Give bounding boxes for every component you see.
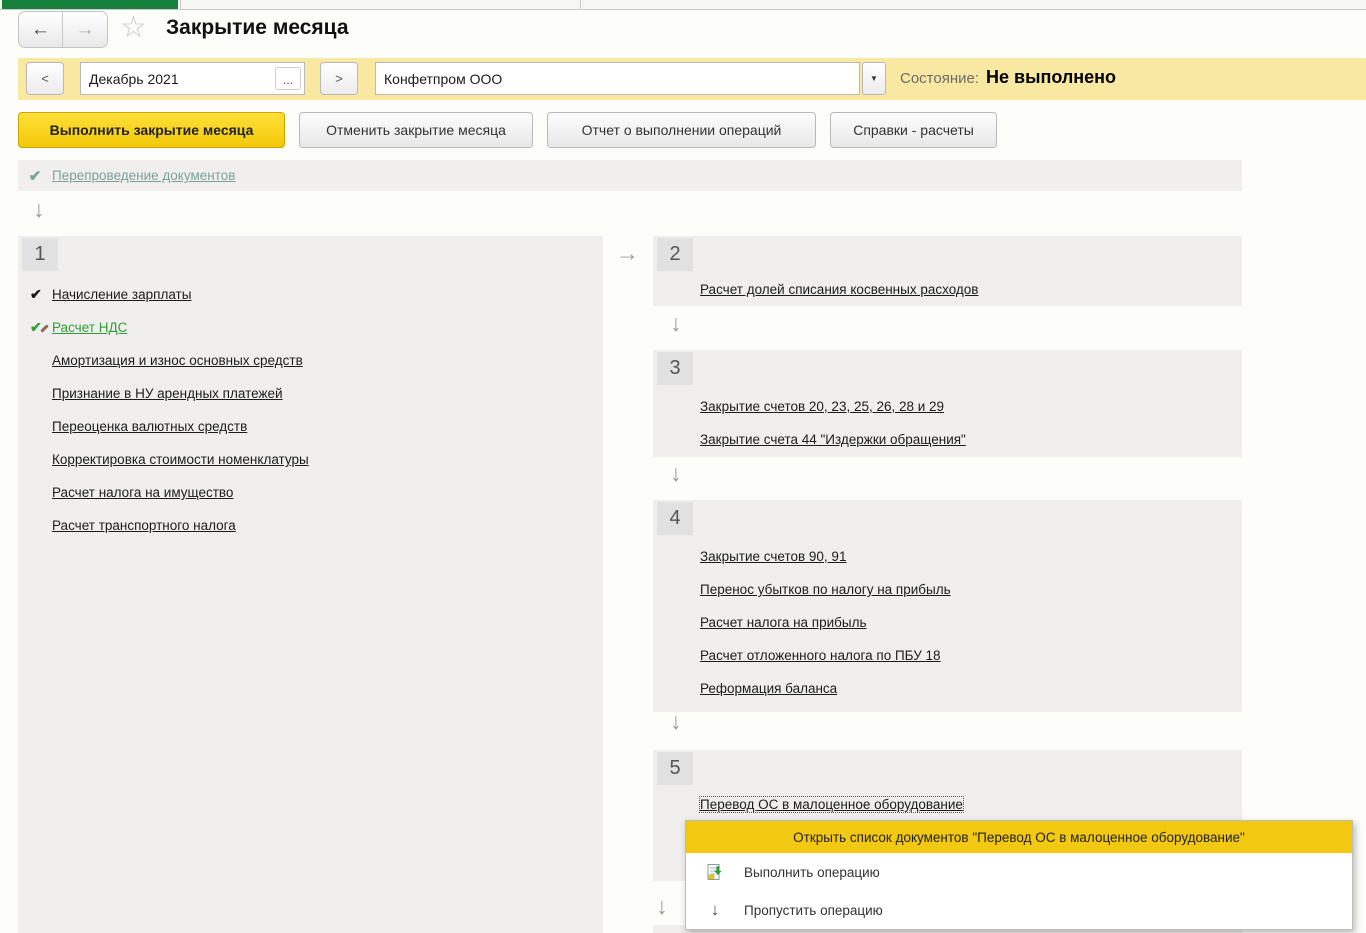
operation-row: Закрытие счетов 90, 91 <box>653 540 1242 573</box>
perform-operation-icon <box>686 863 744 881</box>
operation-row: ✔ Расчет НДС <box>18 311 603 344</box>
operation-link-depreciation[interactable]: Амортизация и износ основных средств <box>52 353 303 368</box>
group-number: 1 <box>22 238 58 271</box>
operation-link-vat[interactable]: Расчет НДС <box>52 320 127 335</box>
operation-link-income-tax[interactable]: Расчет налога на прибыль <box>700 615 867 630</box>
menu-item-perform-operation[interactable]: Выполнить операцию <box>686 853 1352 891</box>
operation-row: Перенос убытков по налогу на прибыль <box>653 573 1242 606</box>
flow-down-arrow-icon: ↓ <box>670 310 682 336</box>
skip-operation-icon: ↓ <box>710 900 720 919</box>
operation-row: Расчет долей списания косвенных расходов <box>653 273 1242 306</box>
tab-divider <box>180 0 181 10</box>
operation-row: ✔ Начисление зарплаты <box>18 278 603 311</box>
operation-row: Перевод ОС в малоценное оборудование <box>653 788 1242 821</box>
operation-row: Закрытие счета 44 "Издержки обращения" <box>653 423 1242 456</box>
tab-divider <box>580 0 581 10</box>
group-number: 2 <box>657 238 693 271</box>
operation-link-deferred-tax[interactable]: Расчет отложенного налога по ПБУ 18 <box>700 648 941 663</box>
back-button[interactable]: ← <box>19 12 63 47</box>
flow-right-arrow-icon: → <box>616 240 639 266</box>
operation-link-balance-reformation[interactable]: Реформация баланса <box>700 681 837 696</box>
status-value: Не выполнено <box>986 67 1117 87</box>
references-calculations-button[interactable]: Справки - расчеты <box>830 112 997 148</box>
page-title: Закрытие месяца <box>166 16 349 39</box>
operation-row: Расчет налога на прибыль <box>653 606 1242 639</box>
operation-link-property-tax[interactable]: Расчет налога на имущество <box>52 485 233 500</box>
operation-link-close-accounts-20[interactable]: Закрытие счетов 20, 23, 25, 26, 28 и 29 <box>700 399 944 414</box>
operation-row: Амортизация и износ основных средств <box>18 344 603 377</box>
flow-down-arrow-icon: ↓ <box>670 708 682 734</box>
month-closing-window: ← → ☆ Закрытие месяца < Декабрь 2021 ...… <box>0 0 1366 933</box>
history-nav: ← → <box>18 11 108 48</box>
browser-tab-strip <box>0 0 1366 10</box>
operation-row: Закрытие счетов 20, 23, 25, 26, 28 и 29 <box>653 390 1242 423</box>
forward-button[interactable]: → <box>63 12 107 47</box>
operation-row: Расчет отложенного налога по ПБУ 18 <box>653 639 1242 672</box>
company-field[interactable]: Конфетпром ООО <box>375 62 860 95</box>
operations-group-3: 3 Закрытие счетов 20, 23, 25, 26, 28 и 2… <box>653 350 1242 457</box>
menu-item-open-documents[interactable]: Открыть список документов "Перевод ОС в … <box>686 821 1352 853</box>
next-period-button[interactable]: > <box>320 62 358 95</box>
group-number: 3 <box>657 352 693 385</box>
operation-link-nomenclature[interactable]: Корректировка стоимости номенклатуры <box>52 452 309 467</box>
operation-link-transfer-os[interactable]: Перевод ОС в малоценное оборудование <box>699 796 964 813</box>
group-number: 4 <box>657 502 693 535</box>
operation-link-close-accounts-90-91[interactable]: Закрытие счетов 90, 91 <box>700 549 846 564</box>
reposting-link[interactable]: Перепроведение документов <box>52 168 235 183</box>
operation-link-loss-carryforward[interactable]: Перенос убытков по налогу на прибыль <box>700 582 951 597</box>
operation-link-currency[interactable]: Переоценка валютных средств <box>52 419 247 434</box>
forward-arrow-icon: → <box>75 18 95 40</box>
menu-item-label: Выполнить операцию <box>744 864 880 880</box>
active-tab-indicator[interactable] <box>2 0 178 9</box>
operations-group-4: 4 Закрытие счетов 90, 91 Перенос убытков… <box>653 500 1242 712</box>
operation-link-payroll[interactable]: Начисление зарплаты <box>52 287 191 302</box>
operations-group-1: 1 ✔ Начисление зарплаты ✔ Расчет НДС Амо… <box>18 236 603 933</box>
company-value: Конфетпром ООО <box>384 70 503 87</box>
chevron-down-icon: ▼ <box>870 74 878 83</box>
previous-period-button[interactable]: < <box>26 62 64 95</box>
operation-context-menu: Открыть список документов "Перевод ОС в … <box>685 820 1353 930</box>
group-number: 5 <box>657 752 693 785</box>
check-icon: ✔ <box>28 167 42 185</box>
operation-link-indirect-costs[interactable]: Расчет долей списания косвенных расходов <box>700 282 978 297</box>
flow-down-arrow-icon: ↓ <box>656 893 668 919</box>
operation-link-transport-tax[interactable]: Расчет транспортного налога <box>52 518 236 533</box>
operations-report-button[interactable]: Отчет о выполнении операций <box>547 112 816 148</box>
menu-item-label: Пропустить операцию <box>744 902 883 918</box>
favorite-star-icon[interactable]: ☆ <box>120 12 147 44</box>
cancel-closing-button[interactable]: Отменить закрытие месяца <box>299 112 533 148</box>
operation-row: Реформация баланса <box>653 672 1242 705</box>
period-value: Декабрь 2021 <box>89 70 179 87</box>
operation-row: Расчет транспортного налога <box>18 509 603 542</box>
flow-down-arrow-icon: ↓ <box>33 196 45 222</box>
operation-link-lease[interactable]: Признание в НУ арендных платежей <box>52 386 283 401</box>
operation-row: Корректировка стоимости номенклатуры <box>18 443 603 476</box>
period-picker-button[interactable]: ... <box>275 67 301 90</box>
period-field[interactable]: Декабрь 2021 ... <box>80 62 305 95</box>
back-arrow-icon: ← <box>31 18 50 40</box>
operation-row: Переоценка валютных средств <box>18 410 603 443</box>
operation-row: Признание в НУ арендных платежей <box>18 377 603 410</box>
perform-closing-button[interactable]: Выполнить закрытие месяца <box>18 112 285 148</box>
period-toolbar: < Декабрь 2021 ... > Конфетпром ООО ▼ Со… <box>18 58 1366 100</box>
reposting-row: ✔ Перепроведение документов <box>18 160 1242 191</box>
status-label: Состояние: <box>900 70 980 87</box>
menu-item-skip-operation[interactable]: ↓ Пропустить операцию <box>686 891 1352 929</box>
operation-link-close-account-44[interactable]: Закрытие счета 44 "Издержки обращения" <box>700 432 966 447</box>
check-pencil-icon: ✔ <box>18 319 52 336</box>
operations-group-2: 2 Расчет долей списания косвенных расход… <box>653 236 1242 306</box>
operation-row: Расчет налога на имущество <box>18 476 603 509</box>
check-icon: ✔ <box>30 286 42 302</box>
company-dropdown-button[interactable]: ▼ <box>862 62 886 95</box>
flow-down-arrow-icon: ↓ <box>670 460 682 486</box>
